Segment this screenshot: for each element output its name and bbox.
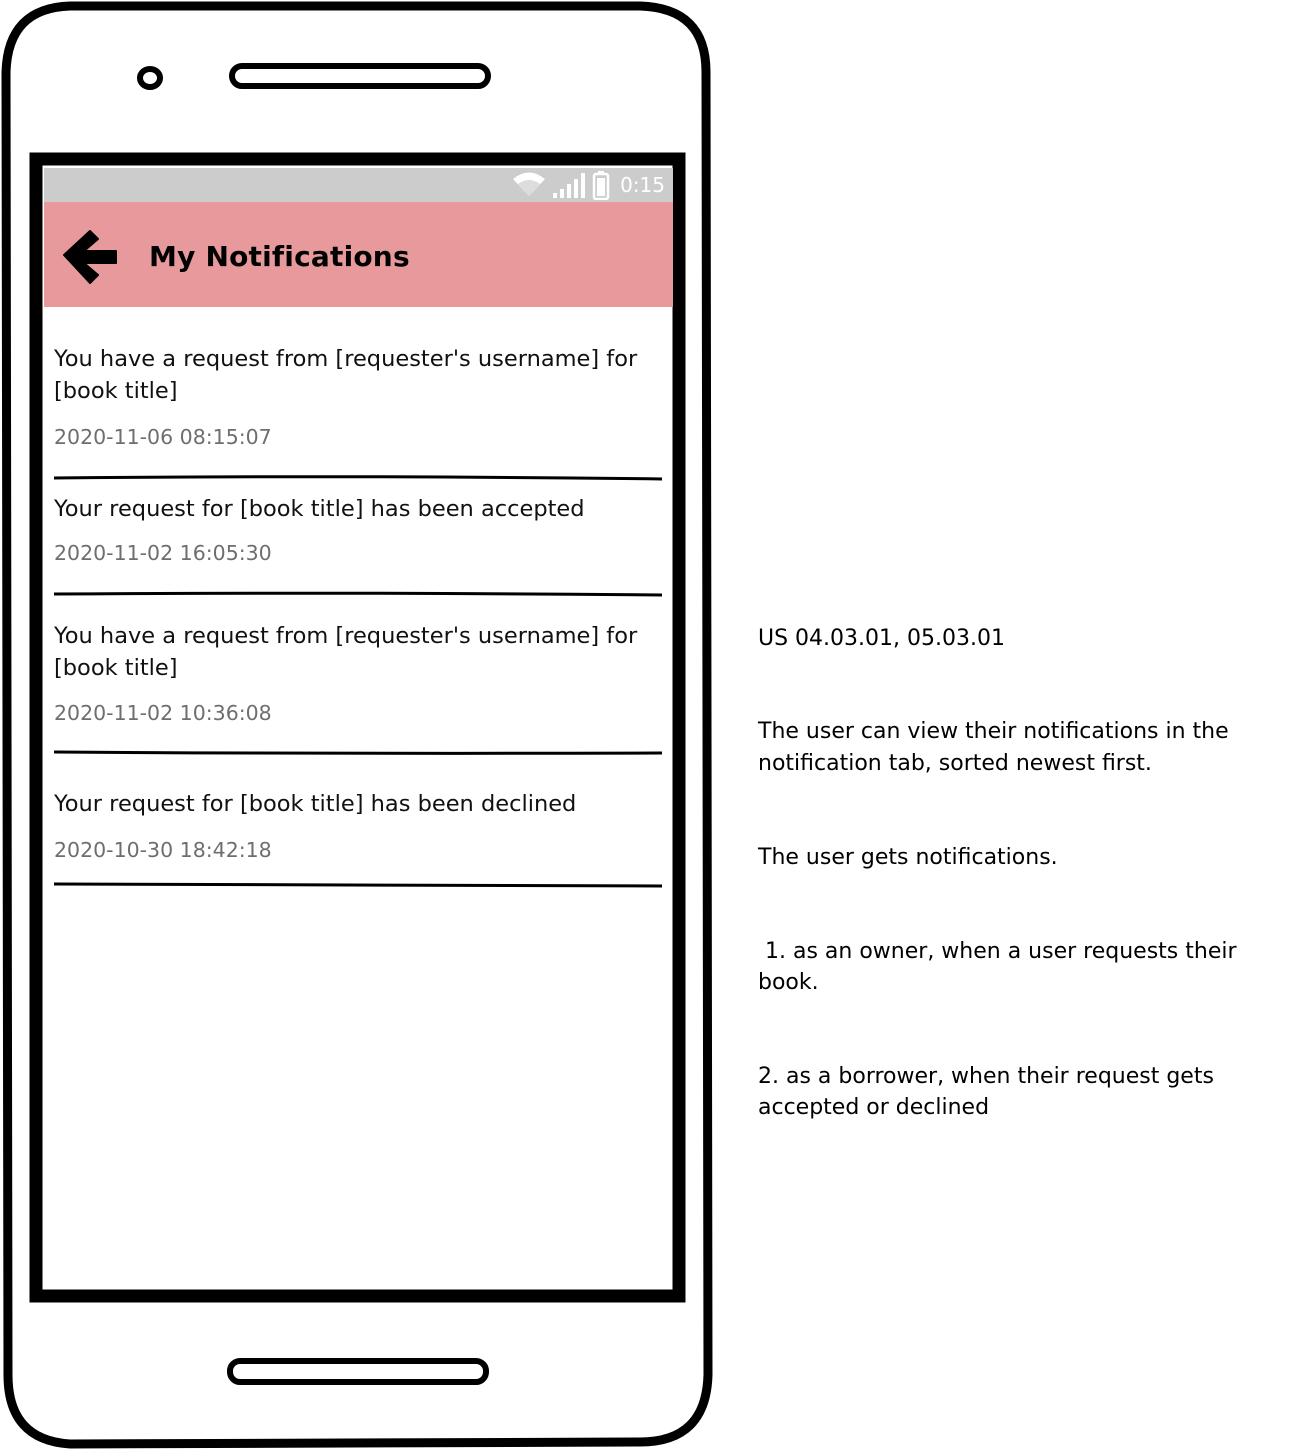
camera-icon — [137, 66, 163, 90]
note-line: 2. as a borrower, when their request get… — [758, 1063, 1221, 1121]
status-time: 0:15 — [620, 173, 665, 197]
home-button[interactable] — [227, 1358, 489, 1385]
note-line: The user can view their notifications in… — [758, 719, 1236, 776]
back-button[interactable] — [60, 226, 120, 286]
notification-message: Your request for [book title] has been d… — [54, 791, 577, 817]
notification-item[interactable]: Your request for [book title] has been a… — [44, 484, 673, 599]
notification-timestamp: 2020-11-02 16:05:30 — [54, 541, 272, 565]
battery-icon — [592, 171, 610, 200]
notification-item[interactable]: Your request for [book title] has been d… — [44, 759, 673, 894]
notification-timestamp: 2020-11-06 08:15:07 — [54, 425, 272, 449]
app-bar: My Notifications — [44, 202, 673, 307]
notification-message: You have a request from [requester's use… — [54, 346, 638, 404]
wifi-icon — [513, 172, 546, 196]
speaker-slot — [229, 63, 491, 89]
note-line: 1. as an owner, when a user requests the… — [758, 938, 1244, 995]
notification-message: You have a request from [requester's use… — [54, 623, 638, 681]
note-line: The user gets notifications. — [758, 844, 1058, 870]
notification-list: You have a request from [requester's use… — [44, 308, 673, 1288]
requirements-note: US 04.03.01, 05.03.01 The user can view … — [758, 560, 1278, 1155]
note-line: US 04.03.01, 05.03.01 — [758, 625, 1005, 651]
list-divider — [53, 475, 663, 481]
notification-timestamp: 2020-10-30 18:42:18 — [54, 838, 272, 862]
page-title: My Notifications — [149, 240, 410, 273]
notification-timestamp: 2020-11-02 10:36:08 — [54, 701, 272, 725]
status-bar: 0:15 — [44, 168, 673, 202]
list-divider — [53, 882, 663, 888]
notification-item[interactable]: You have a request from [requester's use… — [44, 308, 673, 484]
notification-message: Your request for [book title] has been a… — [54, 496, 585, 522]
arrow-left-icon — [63, 230, 117, 284]
list-divider — [53, 591, 663, 597]
notification-item[interactable]: You have a request from [requester's use… — [44, 599, 673, 759]
list-divider — [53, 750, 663, 755]
signal-icon — [553, 173, 586, 198]
